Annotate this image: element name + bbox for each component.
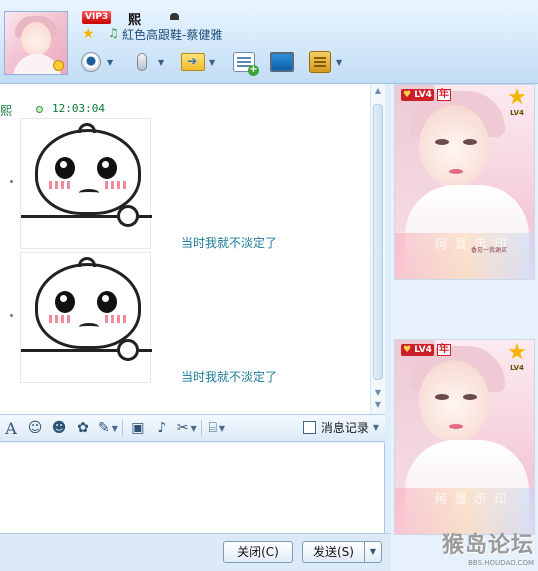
year-tag: 年 <box>437 89 451 101</box>
apps-button[interactable]: ▼ <box>307 49 346 75</box>
message-history-label: 消息记录 <box>320 421 369 435</box>
star-level-badge: ★ LV4 <box>507 340 527 373</box>
message-sender: 熙 <box>0 104 13 118</box>
screenshot-scissors-icon[interactable]: ✂ ▼ <box>177 418 197 438</box>
chat-window-header: VIP3 熙 ★ ♫ 紅色高跟鞋-蔡健雅 ▼ ▼ ▼ ▼ <box>0 0 538 84</box>
qq-show-panel: 阿 显 示 印 香见一我谢买 ♥ LV4 年 ★ LV4 阿 显 示 印 ♥ LV… <box>391 84 538 571</box>
level-badge: ♥ LV4 <box>401 89 434 101</box>
magic-face-icon[interactable]: ☻ <box>50 418 68 438</box>
level-badge: ♥ LV4 <box>401 344 434 356</box>
bullet-icon <box>10 180 13 183</box>
microphone-icon <box>137 53 147 71</box>
scroll-end-icon[interactable]: ▼ <box>371 398 385 412</box>
send-file-button[interactable]: ▼ <box>180 49 219 75</box>
qq-show-card[interactable]: 阿 显 示 印 ♥ LV4 年 ★ LV4 <box>394 339 535 535</box>
star-icon: ★ <box>82 26 95 42</box>
chat-scrollbar[interactable]: ▲ ▼ ▼ <box>370 84 385 414</box>
chevron-down-icon: ▼ <box>372 423 379 432</box>
format-toolbar: A ☺ ☻ ✿ ✎ ▼ ▣ ♪ ✂ ▼ ⌸ ▼ 消息记录 ▼ <box>0 414 385 442</box>
scrollbar-thumb[interactable] <box>373 104 383 380</box>
remote-assist-button[interactable] <box>269 49 295 75</box>
watermark-text: 猴岛论坛 <box>441 533 534 558</box>
toolbox-icon[interactable]: ⌸ ▼ <box>208 418 226 438</box>
card-watermark: 阿 显 示 印 <box>435 492 509 506</box>
font-icon[interactable]: A <box>2 418 20 438</box>
music-icon[interactable]: ♪ <box>153 418 171 438</box>
qq-show-card[interactable]: 阿 显 示 印 香见一我谢买 ♥ LV4 年 ★ LV4 <box>394 84 535 280</box>
message-time: 12:03:04 <box>52 102 105 115</box>
forum-watermark: 猴岛论坛 BBS.HOUDAO.COM <box>442 527 534 567</box>
watermark-url: BBS.HOUDAO.COM <box>468 559 534 567</box>
send-button[interactable]: 发送(S) <box>302 541 364 563</box>
chevron-down-icon[interactable]: ▼ <box>336 58 346 67</box>
star-level-badge: ★ LV4 <box>507 85 527 118</box>
vip-badge: VIP3 <box>82 11 112 24</box>
monitor-icon <box>270 52 294 72</box>
voice-call-button[interactable]: ▼ <box>129 49 168 75</box>
message-text: 当时我就不淡定了 <box>181 236 278 250</box>
chat-history[interactable]: 熙 12:03:04 当时我就不淡定了 当时我就不淡定了 <box>0 84 385 414</box>
chevron-down-icon[interactable]: ▼ <box>107 58 117 67</box>
folder-send-icon <box>181 53 205 71</box>
status-emoji-icon <box>53 60 64 71</box>
contact-avatar[interactable] <box>4 11 68 75</box>
top-toolbar: ▼ ▼ ▼ ▼ <box>78 46 358 78</box>
message-add-icon <box>233 52 259 76</box>
send-options-button[interactable]: ▼ <box>364 541 382 563</box>
status-icon <box>170 13 179 20</box>
contact-signature: 紅色高跟鞋-蔡健雅 <box>122 28 223 42</box>
close-button[interactable]: 关闭(C) <box>223 541 293 563</box>
webcam-icon <box>81 52 101 72</box>
video-call-button[interactable]: ▼ <box>78 49 117 75</box>
bottom-bar: 关闭(C) 发送(S) ▼ <box>0 533 391 571</box>
year-tag: 年 <box>437 344 451 356</box>
crying-bun-sticker[interactable] <box>20 118 152 249</box>
message-input[interactable] <box>0 443 385 533</box>
app-box-icon <box>309 51 331 73</box>
chevron-down-icon[interactable]: ▼ <box>158 58 168 67</box>
palette-icon[interactable]: ✿ <box>74 418 92 438</box>
send-sms-button[interactable] <box>231 49 259 76</box>
scroll-up-icon[interactable]: ▲ <box>371 84 385 98</box>
music-note-icon: ♫ <box>108 26 119 40</box>
scrawl-icon[interactable]: ✎ ▼ <box>98 418 118 438</box>
card-caption: 香见一我谢买 <box>471 247 508 254</box>
message-history-button[interactable]: 消息记录 ▼ <box>302 419 379 436</box>
bullet-icon <box>10 314 13 317</box>
message-text: 当时我就不淡定了 <box>181 370 278 384</box>
crying-bun-sticker[interactable] <box>20 252 152 383</box>
history-icon <box>302 421 316 434</box>
chevron-down-icon[interactable]: ▼ <box>209 58 219 67</box>
emoticon-icon[interactable]: ☺ <box>26 418 44 438</box>
image-icon[interactable]: ▣ <box>129 418 147 438</box>
online-status-icon <box>36 106 43 113</box>
